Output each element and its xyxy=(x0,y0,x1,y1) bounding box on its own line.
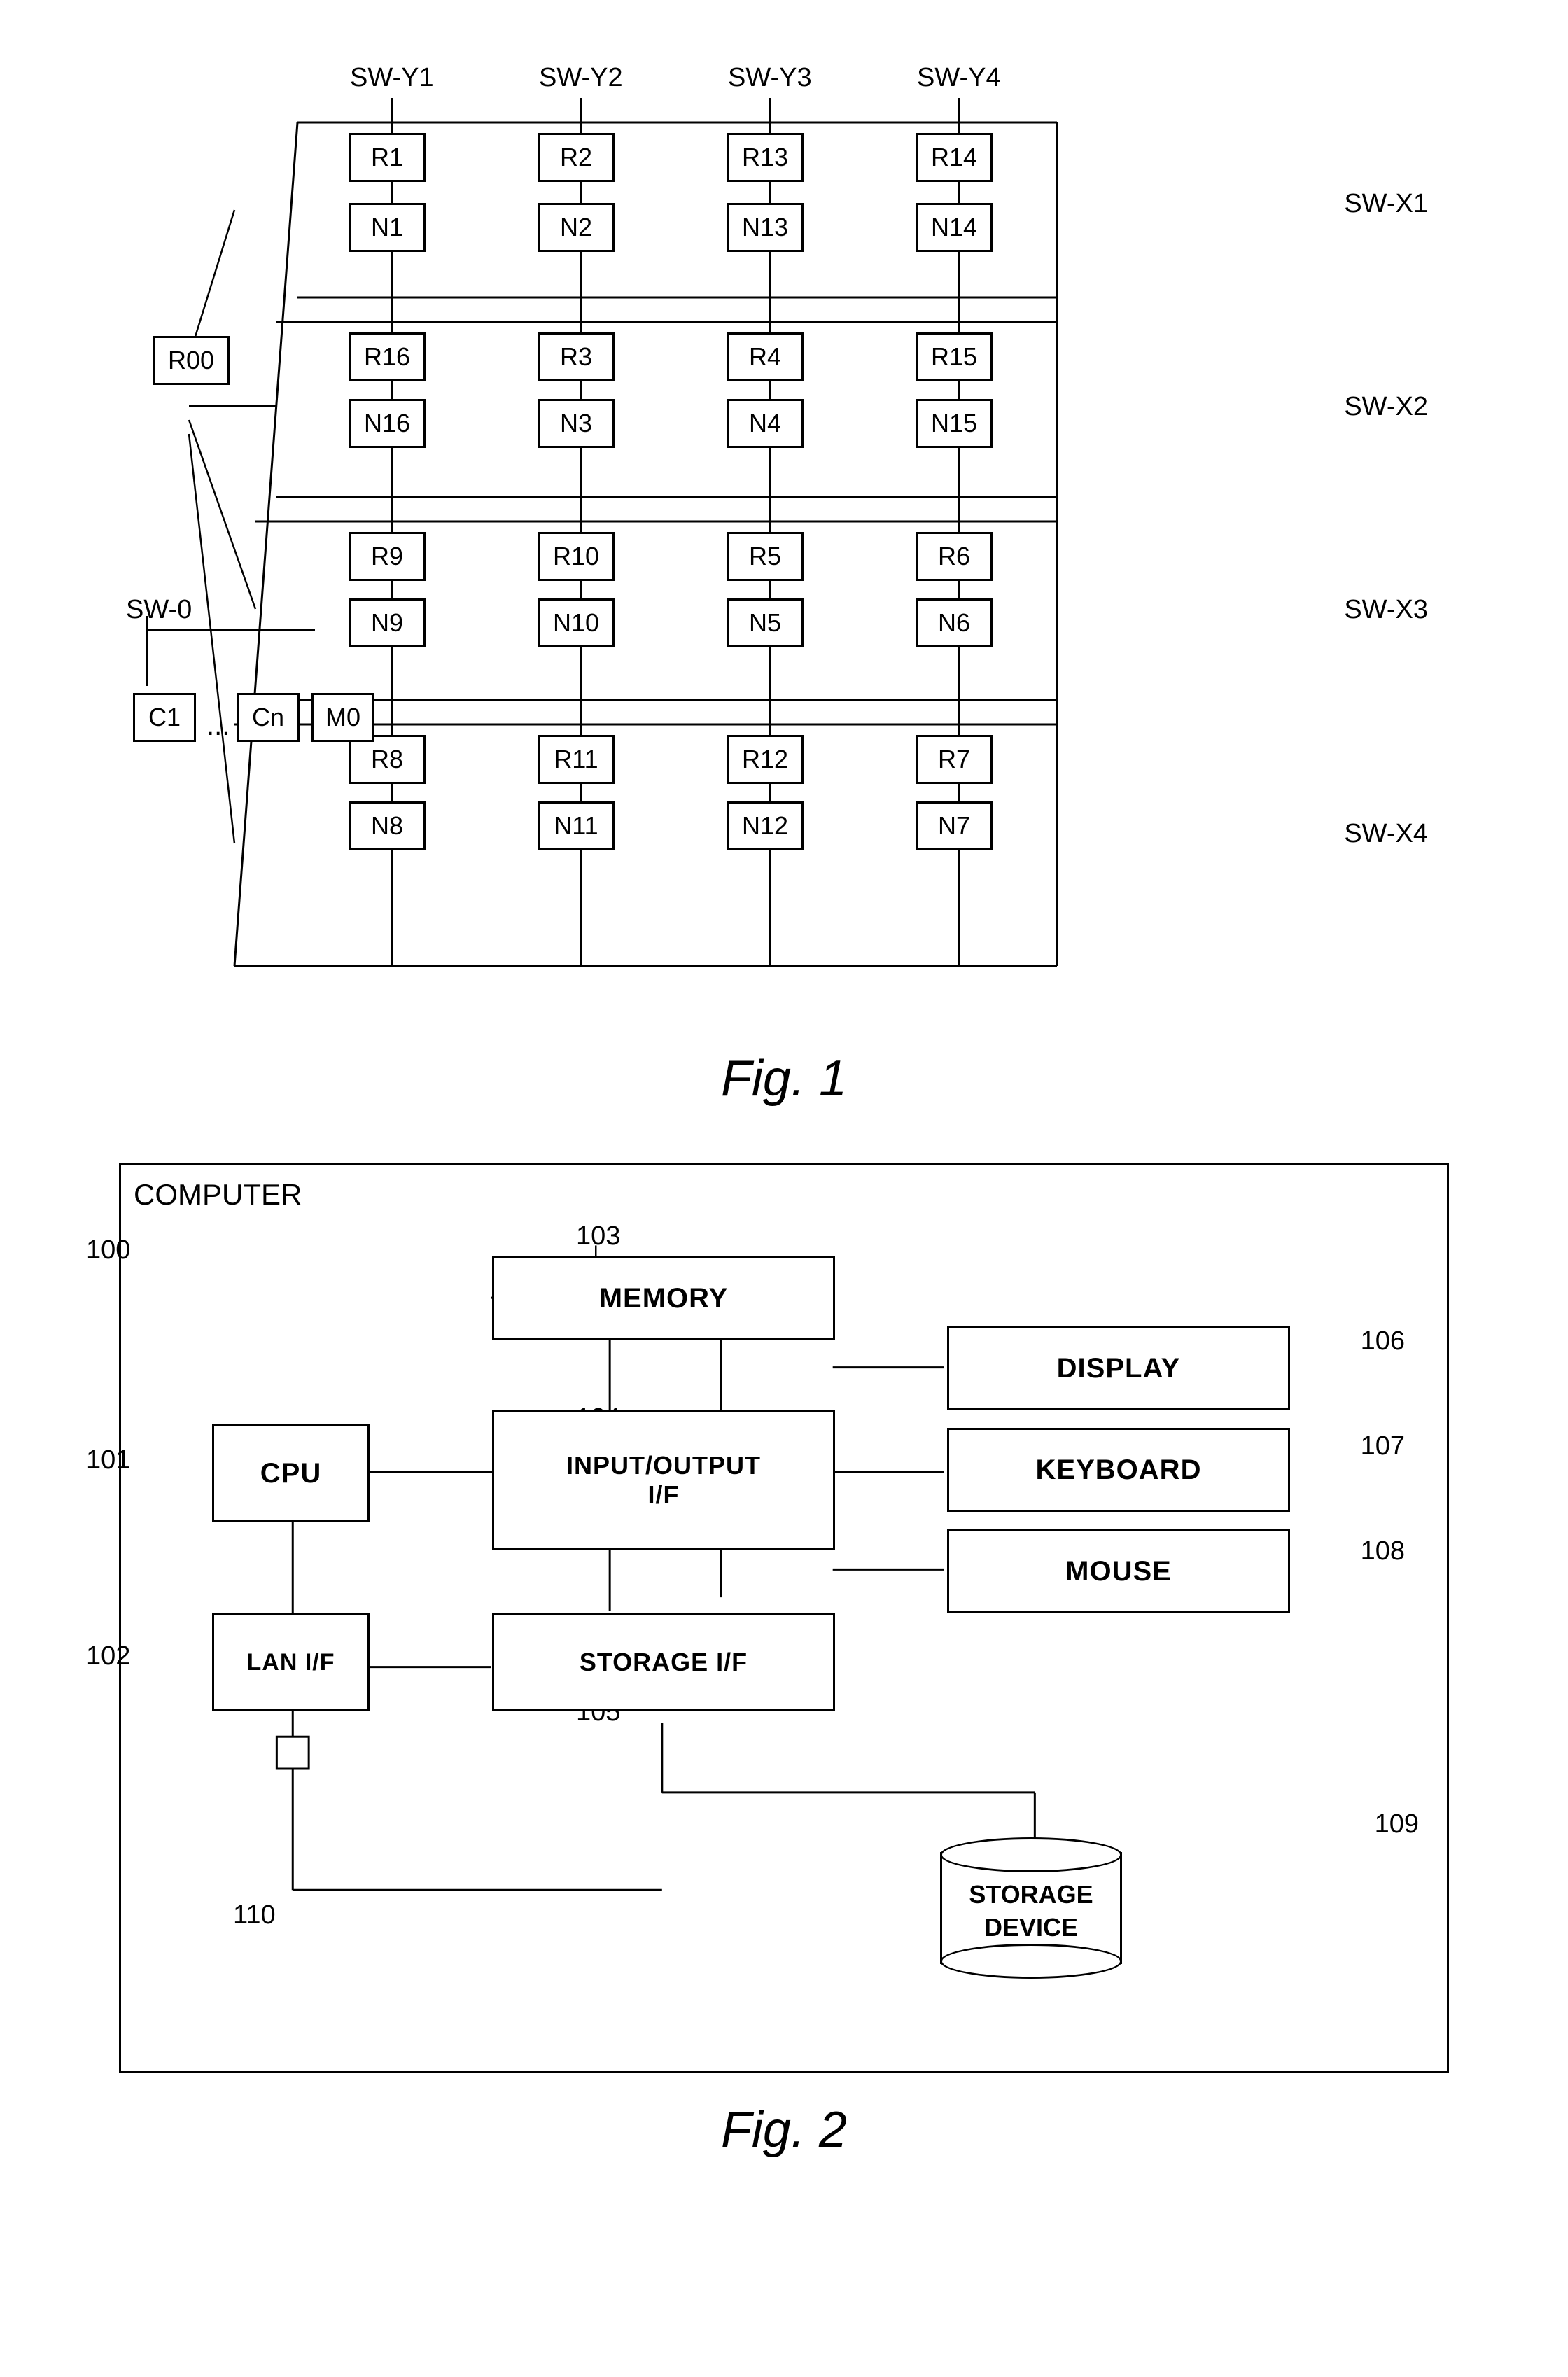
fig1-title: Fig. 1 xyxy=(84,1050,1484,1107)
n4-box: N4 xyxy=(727,399,804,448)
label-110: 110 xyxy=(233,1900,276,1930)
storageif-box: STORAGE I/F xyxy=(492,1613,835,1711)
n16-box: N16 xyxy=(349,399,426,448)
label-109: 109 xyxy=(1375,1809,1419,1839)
m0-box: M0 xyxy=(312,693,374,742)
r00-box: R00 xyxy=(153,336,230,385)
cylinder-bottom xyxy=(940,1944,1122,1979)
label-108: 108 xyxy=(1361,1536,1405,1566)
n2-box: N2 xyxy=(538,203,615,252)
label-102: 102 xyxy=(86,1641,130,1671)
r2-box: R2 xyxy=(538,133,615,182)
sw0-label: SW-0 xyxy=(126,595,192,625)
r13-box: R13 xyxy=(727,133,804,182)
cylinder-top xyxy=(940,1837,1122,1872)
r11-box: R11 xyxy=(538,735,615,784)
label-106: 106 xyxy=(1361,1326,1405,1356)
r1-box: R1 xyxy=(349,133,426,182)
keyboard-box: KEYBOARD xyxy=(947,1428,1290,1512)
lanif-box: LAN I/F xyxy=(212,1613,370,1711)
n3-box: N3 xyxy=(538,399,615,448)
col-label-swy1: SW-Y1 xyxy=(350,63,434,93)
col-label-swy2: SW-Y2 xyxy=(539,63,623,93)
fig1-diagram: SW-Y1 SW-Y2 SW-Y3 SW-Y4 SW-X1 SW-X2 SW-X… xyxy=(119,42,1449,1022)
col-label-swy4: SW-Y4 xyxy=(917,63,1001,93)
fig2-container: COMPUTER xyxy=(84,1163,1484,2159)
r7-box: R7 xyxy=(916,735,993,784)
r3-box: R3 xyxy=(538,332,615,381)
row-label-swx2: SW-X2 xyxy=(1344,392,1428,422)
n8-box: N8 xyxy=(349,801,426,850)
row-label-swx3: SW-X3 xyxy=(1344,595,1428,625)
fig1-container: SW-Y1 SW-Y2 SW-Y3 SW-Y4 SW-X1 SW-X2 SW-X… xyxy=(84,42,1484,1107)
computer-label: COMPUTER xyxy=(134,1178,302,1212)
r10-box: R10 xyxy=(538,532,615,581)
r4-box: R4 xyxy=(727,332,804,381)
row-label-swx4: SW-X4 xyxy=(1344,819,1428,849)
memory-box: MEMORY xyxy=(492,1256,835,1340)
r14-box: R14 xyxy=(916,133,993,182)
n15-box: N15 xyxy=(916,399,993,448)
storage-device: STORAGE DEVICE xyxy=(940,1837,1122,1979)
r6-box: R6 xyxy=(916,532,993,581)
n11-box: N11 xyxy=(538,801,615,850)
r5-box: R5 xyxy=(727,532,804,581)
row-label-swx1: SW-X1 xyxy=(1344,189,1428,219)
cpu-box: CPU xyxy=(212,1424,370,1522)
col-label-swy3: SW-Y3 xyxy=(728,63,812,93)
c1-box: C1 xyxy=(133,693,196,742)
r16-box: R16 xyxy=(349,332,426,381)
label-101: 101 xyxy=(86,1445,130,1475)
mouse-box: MOUSE xyxy=(947,1529,1290,1613)
ellipsis: ... xyxy=(206,710,230,742)
n6-box: N6 xyxy=(916,598,993,647)
n10-box: N10 xyxy=(538,598,615,647)
label-103: 103 xyxy=(576,1221,620,1251)
r12-box: R12 xyxy=(727,735,804,784)
io-box: INPUT/OUTPUTI/F xyxy=(492,1410,835,1550)
n12-box: N12 xyxy=(727,801,804,850)
label-107: 107 xyxy=(1361,1431,1405,1461)
display-box: DISPLAY xyxy=(947,1326,1290,1410)
label-100: 100 xyxy=(86,1235,130,1265)
n9-box: N9 xyxy=(349,598,426,647)
r9-box: R9 xyxy=(349,532,426,581)
n5-box: N5 xyxy=(727,598,804,647)
r15-box: R15 xyxy=(916,332,993,381)
r8-box: R8 xyxy=(349,735,426,784)
n13-box: N13 xyxy=(727,203,804,252)
n14-box: N14 xyxy=(916,203,993,252)
fig2-title: Fig. 2 xyxy=(84,2101,1484,2159)
n1-box: N1 xyxy=(349,203,426,252)
fig2-diagram: COMPUTER xyxy=(119,1163,1449,2073)
cn-box: Cn xyxy=(237,693,300,742)
n7-box: N7 xyxy=(916,801,993,850)
